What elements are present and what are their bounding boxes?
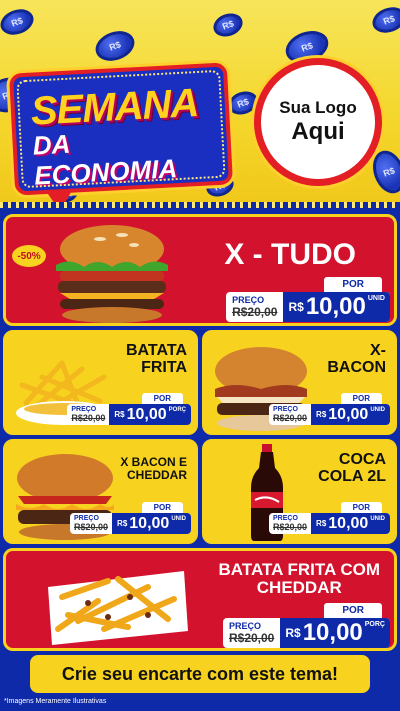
cta-button[interactable]: Crie seu encarte com este tema! [30,655,370,693]
cheddar-fries-icon [48,571,188,645]
price-tag: POR PREÇO R$20,00 R$ 10,00 UNID [70,502,191,534]
product-card-x-tudo[interactable]: -50% X - TUDO POR PREÇO R$20,00 R$ 10,00 UN… [3,214,397,326]
logo-placeholder: Sua Logo Aqui [254,58,382,186]
product-title: X- BACON [327,342,386,376]
product-title: BATATA FRITA COM CHEDDAR [218,560,380,597]
coin-icon: R$ [0,4,38,40]
product-card-coca-cola[interactable]: COCA COLA 2L POR PREÇO R$20,00 R$ 10,00 UNID [202,439,397,544]
coin-icon: R$ [210,9,246,41]
price-tag: POR PREÇO R$20,00 R$ 10,00 PORÇ [67,393,191,425]
product-card-x-bacon-cheddar[interactable]: X BACON E CHEDDAR POR PREÇO R$20,00 R$ 10,0… [3,439,198,544]
coin-icon: R$ [368,2,400,38]
promo-banner: SEMANA DA ECONOMIA [8,62,234,205]
logo-line1: Sua Logo [279,98,357,117]
price-tag: POR PREÇO R$20,00 R$ 10,00 UNID [226,277,390,322]
product-title: BATATA FRITA [125,342,187,376]
product-title: COCA COLA 2L [318,451,386,485]
footer-note: *Imagens Meramente Ilustrativas [4,698,107,705]
product-card-batata-frita[interactable]: BATATA FRITA POR PREÇO R$20,00 R$ 10,00 PORÇ [3,330,198,435]
price-tag: POR PREÇO R$20,00 R$ 10,00 PORÇ [222,603,390,648]
burger-icon [56,225,168,323]
discount-badge: -50% [12,245,46,267]
product-card-batata-cheddar[interactable]: BATATA FRITA COM CHEDDAR POR PREÇO R$20,00… [3,548,397,651]
logo-line2: Aqui [291,118,345,145]
price-tag: POR PREÇO R$20,00 R$ 10,00 UNID [269,393,390,425]
product-title: X - TUDO [224,238,356,271]
product-card-x-bacon[interactable]: X- BACON POR PREÇO R$20,00 R$ 10,00 UNID [202,330,397,435]
coin-icon: R$ [91,26,139,66]
marquee-lights [0,202,400,208]
header-background: R$ R$ R$ R$ R$ R$ R$ R$ R$ R$ SEMANA DA … [0,0,400,205]
product-title: X BACON E CHEDDAR [120,455,187,482]
price-tag: POR PREÇO R$20,00 R$ 10,00 UNID [269,502,390,534]
